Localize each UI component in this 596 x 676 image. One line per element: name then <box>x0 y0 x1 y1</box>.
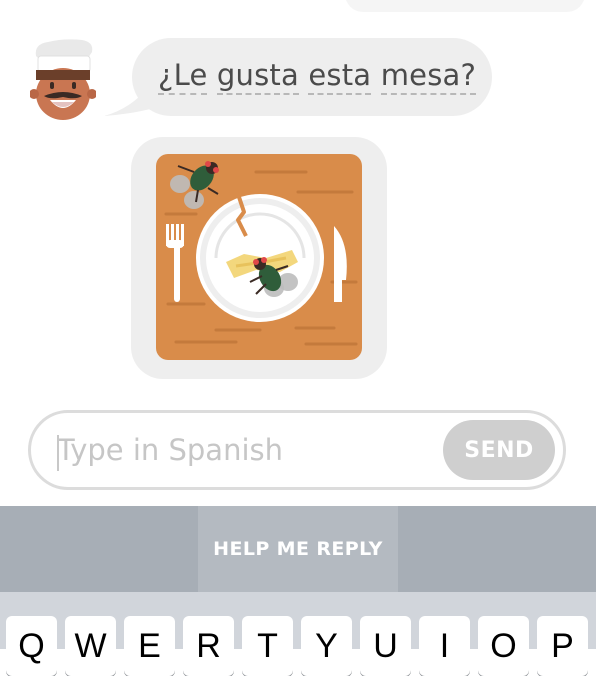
send-button[interactable]: SEND <box>443 420 555 480</box>
key-r[interactable]: R <box>183 616 234 676</box>
message-text: ¿Le gusta esta mesa? <box>158 58 477 95</box>
key-y[interactable]: Y <box>301 616 352 676</box>
key-p[interactable]: P <box>537 616 588 676</box>
message-word[interactable]: ¿Le <box>158 58 208 95</box>
keyboard: Q W E R T Y U I O P <box>0 592 596 676</box>
image-card <box>131 137 387 379</box>
key-o[interactable]: O <box>478 616 529 676</box>
dirty-table-illustration <box>156 154 362 360</box>
key-u[interactable]: U <box>360 616 411 676</box>
keyboard-accessory-bar: HELP ME REPLY <box>0 506 596 592</box>
message-bubble: ¿Le gusta esta mesa? <box>132 38 492 116</box>
message-word[interactable]: mesa? <box>380 58 477 95</box>
message-word[interactable]: esta <box>308 58 372 95</box>
text-cursor <box>57 435 59 471</box>
key-i[interactable]: I <box>419 616 470 676</box>
help-me-reply-button[interactable]: HELP ME REPLY <box>198 506 398 592</box>
key-e[interactable]: E <box>124 616 175 676</box>
reply-input[interactable] <box>31 413 451 487</box>
key-q[interactable]: Q <box>6 616 57 676</box>
key-t[interactable]: T <box>242 616 293 676</box>
key-w[interactable]: W <box>65 616 116 676</box>
message-word[interactable]: gusta <box>216 58 299 95</box>
reply-input-container: SEND <box>28 410 566 490</box>
previous-message-edge <box>345 0 585 12</box>
chef-avatar-icon <box>29 36 97 120</box>
